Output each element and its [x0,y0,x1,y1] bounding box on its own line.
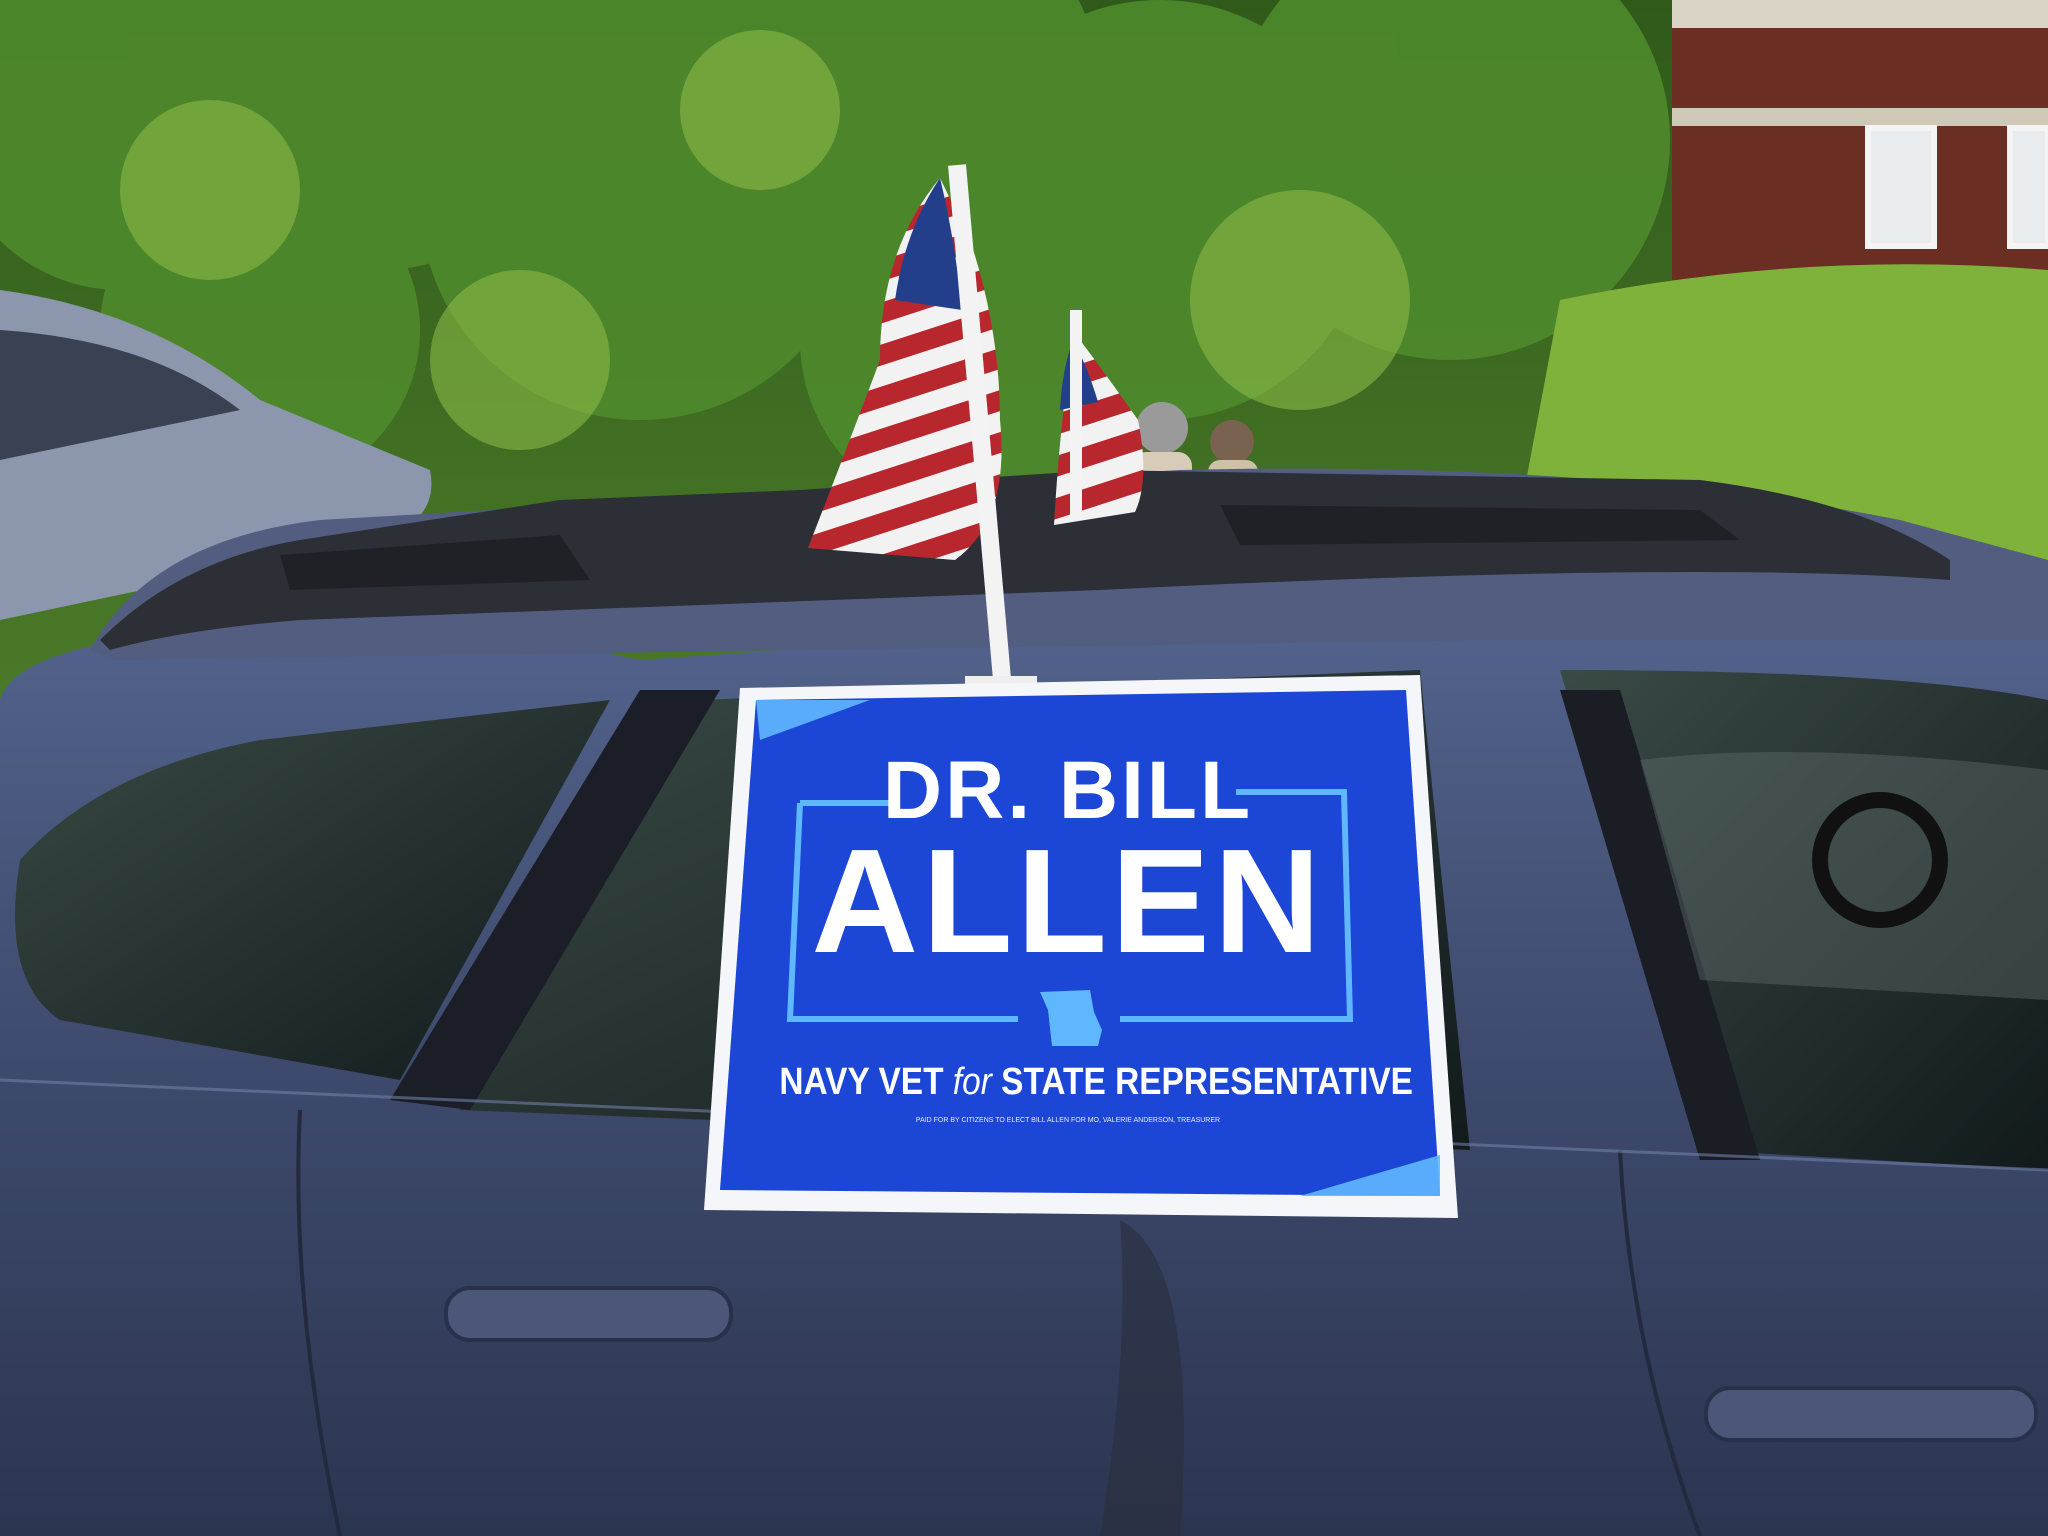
building [1672,0,2048,280]
sign-tagline: NAVY VET for STATE REPRESENTATIVE [779,1061,1413,1104]
sign-disclaimer: PAID FOR BY CITIZENS TO ELECT BILL ALLEN… [915,1117,1221,1124]
tagline-for: for [952,1061,992,1103]
sign-line-2: ALLEN [811,819,1325,984]
door-handle-front [444,1286,733,1342]
photo-scene: DR. BILL ALLEN NAVY VET for STATE REPRES… [0,0,2048,1536]
tagline-part-a: NAVY VET [779,1061,944,1103]
door-handle-rear [1704,1386,2038,1442]
tagline-part-b: STATE REPRESENTATIVE [1001,1061,1413,1103]
